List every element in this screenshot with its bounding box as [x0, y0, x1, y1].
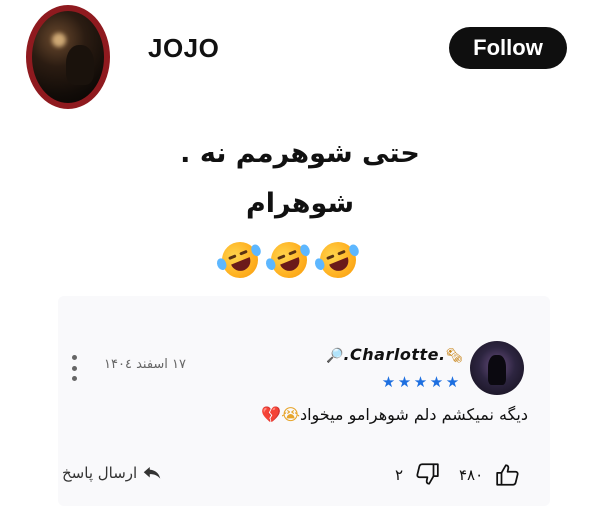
emoji-row	[215, 236, 362, 284]
reply-button[interactable]: ارسال پاسخ	[62, 464, 161, 482]
comment-date: ۱۷ اسفند ۱۴۰٤	[104, 357, 186, 372]
star-icon: ★	[381, 373, 396, 391]
like-count: ۴۸۰	[459, 466, 484, 484]
commenter-avatar[interactable]	[470, 341, 524, 395]
star-icon: ★	[413, 373, 428, 391]
laughing-emoji-icon	[215, 236, 264, 284]
thumbs-down-icon[interactable]	[414, 461, 440, 487]
follow-button[interactable]: Follow	[449, 27, 567, 69]
crying-face-icon: 😭	[281, 405, 300, 424]
profile-avatar[interactable]	[26, 5, 110, 109]
reply-label: ارسال پاسخ	[62, 464, 138, 482]
comment-body: دیگه نمیکشم دلم شوهرامو میخواد😭💔	[261, 405, 528, 424]
laughing-emoji-icon	[313, 236, 362, 284]
username[interactable]: JOJO	[148, 33, 219, 64]
post-text-line1: حتی شوهرمم نه .	[180, 138, 420, 169]
rating-stars: ★ ★ ★ ★ ★	[381, 373, 460, 391]
thumbs-up-icon[interactable]	[495, 462, 521, 488]
reply-arrow-icon	[143, 467, 161, 479]
avatar-figure	[66, 45, 94, 85]
dislike-count: ۲	[395, 466, 404, 484]
more-options-icon[interactable]	[67, 354, 81, 382]
star-icon: ★	[397, 373, 412, 391]
commenter-name[interactable]: 🔎.Charlotte.🗞	[326, 345, 464, 364]
newspaper-icon: 🗞	[445, 348, 464, 364]
laughing-emoji-icon	[264, 236, 313, 284]
broken-heart-icon: 💔	[261, 405, 282, 424]
magnifier-icon: 🔎	[326, 348, 344, 364]
star-icon: ★	[429, 373, 444, 391]
post-text-line2: شوهرام	[245, 188, 355, 219]
star-icon: ★	[445, 373, 460, 391]
avatar-light	[52, 33, 66, 47]
